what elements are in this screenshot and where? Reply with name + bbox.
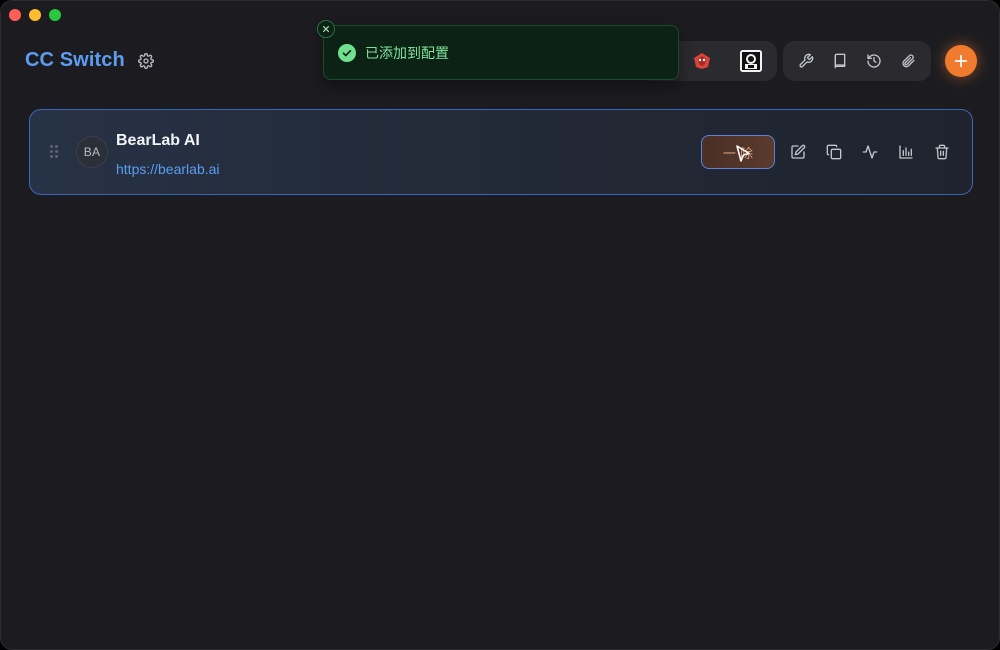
duplicate-provider-button[interactable]	[822, 140, 846, 164]
toast-message: 已添加到配置	[365, 45, 449, 62]
chart-icon	[899, 145, 913, 159]
wrench-icon	[799, 53, 814, 68]
enable-button-label: 一 除	[722, 146, 754, 162]
toast-notification: 已添加到配置	[323, 25, 679, 80]
enable-provider-button[interactable]: 一 除	[701, 135, 775, 169]
gear-icon	[138, 53, 154, 69]
app-switch-codex[interactable]	[740, 50, 762, 72]
trash-icon	[935, 144, 949, 160]
close-icon	[322, 25, 330, 33]
provider-card[interactable]: BA BearLab AI https://bearlab.ai 一 除	[29, 109, 973, 195]
app-logo-bw-icon	[740, 50, 762, 72]
paperclip-icon	[902, 54, 915, 68]
app-switch-claude[interactable]	[691, 51, 713, 71]
delete-provider-button[interactable]	[930, 140, 954, 164]
activity-icon	[862, 145, 878, 159]
edit-provider-button[interactable]	[786, 140, 810, 164]
minimize-window-button[interactable]	[29, 9, 41, 21]
edit-icon	[791, 144, 806, 159]
tools-button[interactable]	[792, 47, 820, 75]
provider-name: BearLab AI	[116, 132, 200, 149]
drag-handle-icon[interactable]	[50, 145, 60, 159]
maximize-window-button[interactable]	[49, 9, 61, 21]
history-button[interactable]	[860, 47, 888, 75]
toast-close-button[interactable]	[317, 20, 335, 38]
plus-icon	[954, 54, 968, 68]
attachment-button[interactable]	[894, 47, 922, 75]
docs-button[interactable]	[826, 47, 854, 75]
app-logo-red-icon	[694, 53, 710, 69]
check-circle-icon	[338, 43, 356, 62]
app-title: CC Switch	[25, 49, 125, 71]
history-icon	[867, 54, 881, 68]
book-icon	[834, 53, 846, 69]
window-controls	[9, 9, 61, 21]
copy-icon	[826, 144, 842, 160]
provider-url-link[interactable]: https://bearlab.ai	[116, 161, 220, 177]
add-provider-button[interactable]	[945, 45, 977, 77]
test-latency-button[interactable]	[858, 140, 882, 164]
close-window-button[interactable]	[9, 9, 21, 21]
app-window: CC Switch 已添加到配置 BA BearLab AI https://b…	[0, 0, 1000, 650]
usage-stats-button[interactable]	[894, 140, 918, 164]
provider-actions	[786, 140, 954, 164]
settings-button[interactable]	[136, 51, 156, 71]
provider-avatar: BA	[76, 136, 108, 168]
toolbar	[783, 41, 931, 81]
